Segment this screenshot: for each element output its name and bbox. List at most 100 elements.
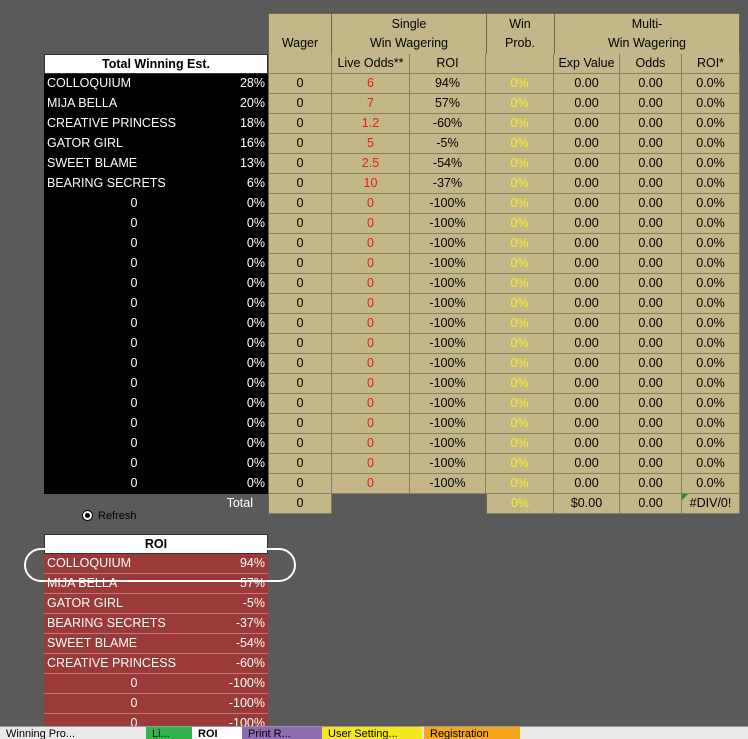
header-winprob-bottom: Prob.	[505, 36, 535, 50]
winning-pct: 0%	[224, 274, 268, 294]
horse-name: CREATIVE PRINCESS	[44, 114, 224, 134]
exp-value-cell: 0.00	[554, 314, 620, 334]
winning-pct: 6%	[224, 174, 268, 194]
odds-cell: 0.00	[620, 154, 682, 174]
horse-name: 0	[44, 434, 224, 454]
roi-value: -54%	[224, 634, 268, 654]
wager-cell[interactable]: 0	[268, 254, 332, 274]
roi-multi-cell: 0.0%	[682, 274, 740, 294]
wager-cell[interactable]: 0	[268, 454, 332, 474]
radio-icon	[82, 510, 93, 521]
roi-multi-cell: 0.0%	[682, 374, 740, 394]
win-prob-cell: 0%	[486, 134, 554, 154]
sheet-tab[interactable]: User Setting...	[322, 727, 422, 739]
sheet-tab[interactable]: Registration	[424, 727, 520, 739]
horse-name: COLLOQUIUM	[44, 74, 224, 94]
wager-cell[interactable]: 0	[268, 94, 332, 114]
winning-pct: 0%	[224, 294, 268, 314]
roi-multi-cell: 0.0%	[682, 354, 740, 374]
roi-horse-name: GATOR GIRL	[44, 594, 224, 614]
live-odds-cell: 2.5	[332, 154, 410, 174]
wager-cell[interactable]: 0	[268, 414, 332, 434]
roi-multi-cell: 0.0%	[682, 114, 740, 134]
roi-cell: -37%	[410, 174, 486, 194]
winning-pct: 0%	[224, 474, 268, 494]
total-wager: 0	[268, 494, 332, 514]
wager-cell[interactable]: 0	[268, 354, 332, 374]
odds-cell: 0.00	[620, 194, 682, 214]
roi-value: -100%	[224, 694, 268, 714]
odds-cell: 0.00	[620, 74, 682, 94]
roi-cell: -100%	[410, 394, 486, 414]
wager-cell[interactable]: 0	[268, 294, 332, 314]
wager-cell[interactable]: 0	[268, 234, 332, 254]
odds-cell: 0.00	[620, 314, 682, 334]
sheet-tab[interactable]: Li...	[146, 727, 192, 739]
wager-cell[interactable]: 0	[268, 434, 332, 454]
win-prob-cell: 0%	[486, 354, 554, 374]
wager-cell[interactable]: 0	[268, 334, 332, 354]
exp-value-cell: 0.00	[554, 294, 620, 314]
win-prob-cell: 0%	[486, 94, 554, 114]
wager-cell[interactable]: 0	[268, 154, 332, 174]
win-prob-cell: 0%	[486, 474, 554, 494]
roi-multi-cell: 0.0%	[682, 94, 740, 114]
live-odds-cell: 0	[332, 274, 410, 294]
win-prob-cell: 0%	[486, 374, 554, 394]
roi-horse-name: 0	[44, 674, 224, 694]
roi-horse-name: 0	[44, 694, 224, 714]
live-odds-cell: 0	[332, 194, 410, 214]
horse-name: 0	[44, 294, 224, 314]
roi-cell: -100%	[410, 354, 486, 374]
live-odds-cell: 10	[332, 174, 410, 194]
roi-multi-cell: 0.0%	[682, 474, 740, 494]
odds-cell: 0.00	[620, 474, 682, 494]
exp-value-cell: 0.00	[554, 94, 620, 114]
sheet-tab[interactable]: ROI	[192, 727, 242, 739]
sheet-tab[interactable]: Print R...	[242, 727, 322, 739]
highlight-oval	[24, 548, 296, 582]
roi-multi-cell: 0.0%	[682, 414, 740, 434]
wager-cell[interactable]: 0	[268, 74, 332, 94]
roi-cell: -100%	[410, 334, 486, 354]
wager-cell[interactable]: 0	[268, 374, 332, 394]
winning-pct: 20%	[224, 94, 268, 114]
winning-pct: 0%	[224, 194, 268, 214]
win-prob-cell: 0%	[486, 394, 554, 414]
header-wager: Wager	[281, 36, 319, 50]
wager-cell[interactable]: 0	[268, 274, 332, 294]
refresh-button[interactable]: Refresh	[82, 509, 142, 523]
exp-value-cell: 0.00	[554, 154, 620, 174]
win-prob-cell: 0%	[486, 234, 554, 254]
wager-cell[interactable]: 0	[268, 314, 332, 334]
winning-pct: 18%	[224, 114, 268, 134]
live-odds-cell: 0	[332, 394, 410, 414]
live-odds-cell: 5	[332, 134, 410, 154]
wager-cell[interactable]: 0	[268, 214, 332, 234]
wager-cell[interactable]: 0	[268, 134, 332, 154]
live-odds-cell: 0	[332, 374, 410, 394]
live-odds-cell: 0	[332, 254, 410, 274]
winning-pct: 13%	[224, 154, 268, 174]
header-single-bottom: Win Wagering	[369, 36, 449, 50]
sheet-tab[interactable]: Winning Pro...	[0, 727, 140, 739]
sheet-tab-bar: Winning Pro... Li... ROI Print R... User Set…	[0, 726, 748, 739]
horse-name: BEARING SECRETS	[44, 174, 224, 194]
roi-cell: -100%	[410, 434, 486, 454]
wager-cell[interactable]: 0	[268, 194, 332, 214]
odds-cell: 0.00	[620, 434, 682, 454]
live-odds-cell: 0	[332, 334, 410, 354]
wager-cell[interactable]: 0	[268, 114, 332, 134]
roi-cell: -100%	[410, 194, 486, 214]
exp-value-cell: 0.00	[554, 394, 620, 414]
roi-multi-cell: 0.0%	[682, 134, 740, 154]
winning-pct: 0%	[224, 354, 268, 374]
wager-cell[interactable]: 0	[268, 474, 332, 494]
exp-value-cell: 0.00	[554, 434, 620, 454]
live-odds-cell: 0	[332, 294, 410, 314]
winning-pct: 0%	[224, 334, 268, 354]
odds-cell: 0.00	[620, 354, 682, 374]
live-odds-cell: 0	[332, 314, 410, 334]
wager-cell[interactable]: 0	[268, 394, 332, 414]
wager-cell[interactable]: 0	[268, 174, 332, 194]
